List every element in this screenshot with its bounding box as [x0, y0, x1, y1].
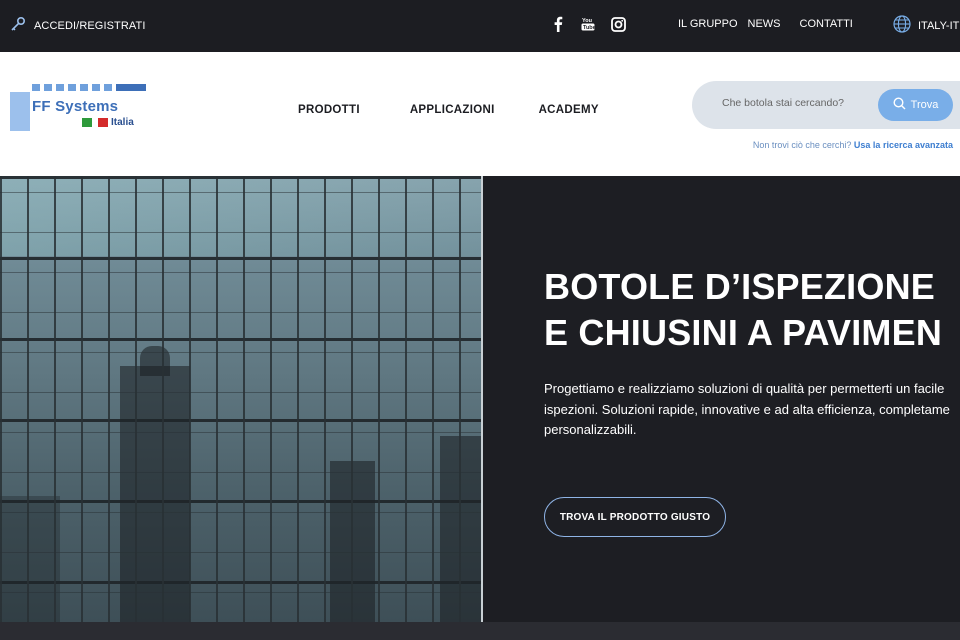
instagram-icon[interactable] [610, 15, 626, 33]
login-label: ACCEDI/REGISTRATI [34, 19, 146, 32]
svg-text:You: You [582, 18, 592, 24]
language-label: ITALY-IT [918, 19, 960, 32]
hero-title: BOTOLE D’ISPEZIONE E CHIUSINI A PAVIMEN [544, 264, 942, 356]
logo-flag-green [82, 118, 92, 127]
hero-lead-line2: ispezioni. Soluzioni rapide, innovative … [544, 401, 950, 417]
top-bar: ACCEDI/REGISTRATI You Tube IL GRUPPO NEWS… [0, 0, 960, 52]
key-icon [10, 16, 26, 35]
language-selector[interactable]: ITALY-IT [893, 15, 959, 36]
logo-subtitle: Italia [111, 117, 134, 128]
youtube-icon[interactable]: You Tube [580, 15, 596, 33]
topnav-contatti[interactable]: CONTATTI [800, 18, 853, 30]
nav-applicazioni[interactable]: APPLICAZIONI [410, 104, 495, 116]
search-bar: Trova [692, 81, 960, 129]
hero-lead-line3: personalizzabili. [544, 422, 637, 437]
login-link[interactable]: ACCEDI/REGISTRATI [10, 16, 146, 35]
globe-icon [893, 15, 911, 36]
hero-title-line1: BOTOLE D’ISPEZIONE [544, 266, 935, 307]
nav-prodotti[interactable]: PRODOTTI [298, 104, 360, 116]
logo-dots [32, 84, 146, 91]
bottom-strip [0, 622, 960, 640]
facebook-icon[interactable] [550, 15, 566, 33]
search-button[interactable]: Trova [878, 89, 953, 121]
hero-lead-line1: Progettiamo e realizziamo soluzioni di q… [544, 381, 945, 396]
search-button-label: Trova [910, 99, 939, 111]
hero-building-image [0, 176, 483, 622]
logo-brand: FF Systems [32, 98, 119, 115]
hero-description: Progettiamo e realizziamo soluzioni di q… [544, 379, 950, 441]
search-icon [893, 97, 906, 113]
find-product-button[interactable]: TROVA IL PRODOTTO GIUSTO [544, 497, 726, 537]
advanced-search-link[interactable]: Usa la ricerca avanzata [854, 140, 953, 150]
logo-bar [10, 92, 30, 131]
ff-systems-logo[interactable]: FF Systems Italia [10, 84, 150, 136]
topnav-news[interactable]: NEWS [748, 18, 781, 30]
site-header: FF Systems Italia PRODOTTI APPLICAZIONI … [0, 52, 960, 176]
topnav-il-gruppo[interactable]: IL GRUPPO [678, 18, 738, 30]
svg-text:Tube: Tube [583, 25, 595, 31]
advanced-search-hint: Non trovi ciò che cerchi? Usa la ricerca… [753, 140, 953, 150]
advanced-search-text: Non trovi ciò che cerchi? [752, 140, 852, 150]
main-nav: PRODOTTI APPLICAZIONI ACADEMY [298, 104, 599, 116]
nav-academy[interactable]: ACADEMY [539, 104, 599, 116]
logo-flag-red [98, 118, 108, 127]
top-nav: IL GRUPPO NEWS CONTATTI [678, 18, 853, 30]
search-input[interactable] [722, 97, 872, 109]
hero-section: BOTOLE D’ISPEZIONE E CHIUSINI A PAVIMEN … [0, 176, 960, 622]
hero-title-line2: E CHIUSINI A PAVIMEN [544, 312, 943, 353]
social-links: You Tube [550, 15, 626, 33]
